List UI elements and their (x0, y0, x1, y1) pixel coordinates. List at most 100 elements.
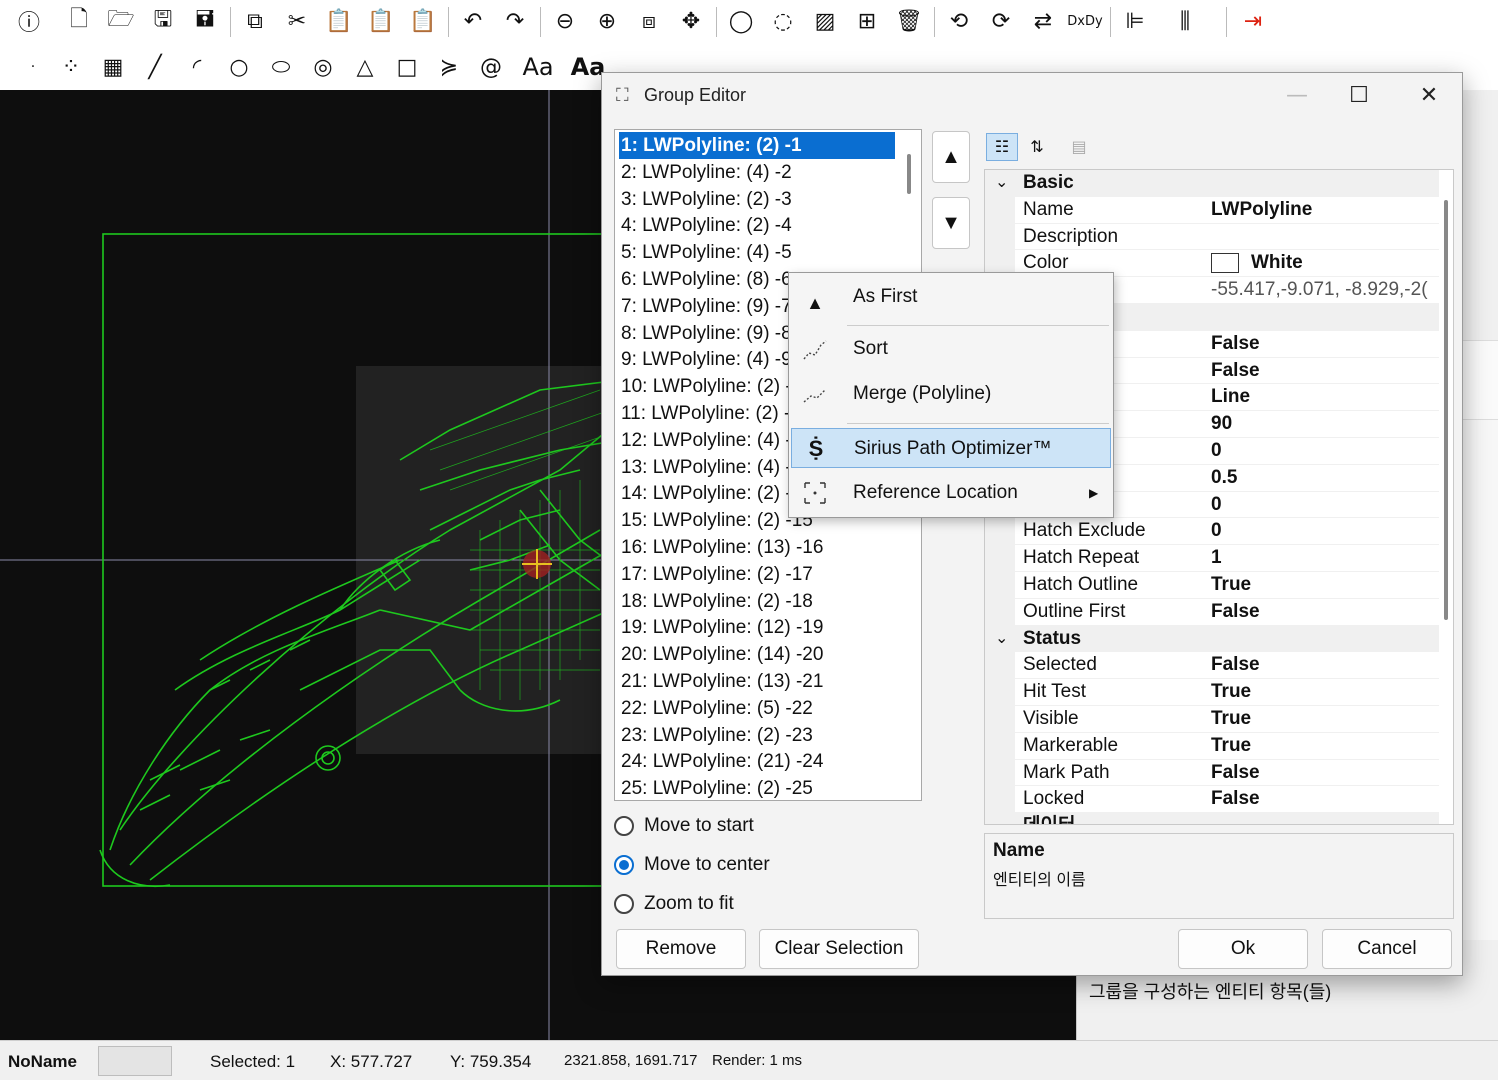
copy-icon[interactable]: ⧉ (240, 6, 270, 36)
close-button[interactable]: ✕ (1406, 79, 1452, 111)
move-down-button[interactable]: ▼ (932, 197, 970, 249)
list-scrollbar-thumb[interactable] (907, 154, 911, 194)
mirror-icon[interactable]: ⇄ (1028, 6, 1058, 36)
property-scrollbar-thumb[interactable] (1444, 200, 1448, 620)
property-value[interactable]: False (1211, 652, 1260, 679)
maximize-button[interactable]: ☐ (1336, 79, 1382, 111)
text-tool-1[interactable]: Aa (516, 52, 560, 82)
property-row[interactable]: Selected False (985, 652, 1441, 680)
pan-icon[interactable]: ✥ (676, 6, 706, 36)
radio-circle[interactable] (614, 855, 634, 875)
property-row[interactable]: Markerable True (985, 733, 1441, 760)
radio-zoom-to-fit[interactable]: Zoom to fit (614, 893, 734, 915)
cancel-button[interactable]: Cancel (1322, 929, 1452, 969)
property-row[interactable]: Hatch Repeat 1 (985, 545, 1441, 572)
save-as-icon[interactable]: 🖬 (190, 6, 220, 36)
zoom-in-icon[interactable]: ⊕ (592, 6, 622, 36)
list-item[interactable]: 18: LWPolyline: (2) -18 (619, 588, 895, 615)
ok-button[interactable]: Ok (1178, 929, 1308, 969)
list-item[interactable]: 23: LWPolyline: (2) -23 (619, 722, 895, 749)
rotate-ccw-icon[interactable]: ⟲ (944, 6, 974, 36)
polyline-icon[interactable]: ≽ (434, 52, 464, 82)
property-pages-icon[interactable]: ▤ (1064, 133, 1094, 161)
list-item[interactable]: 21: LWPolyline: (13) -21 (619, 668, 895, 695)
radio-move-to-center[interactable]: Move to center (614, 854, 770, 876)
list-item[interactable]: 4: LWPolyline: (2) -4 (619, 212, 895, 239)
line-icon[interactable]: ╱ (140, 52, 170, 82)
property-category[interactable]: ⌄ Basic (985, 170, 1441, 197)
list-item[interactable]: 3: LWPolyline: (2) -3 (619, 186, 895, 213)
property-row[interactable]: Outline First False (985, 599, 1441, 626)
clear-selection-button[interactable]: Clear Selection (759, 929, 919, 969)
property-row[interactable]: Locked False (985, 786, 1441, 814)
list-item[interactable]: 1: LWPolyline: (2) -1 (619, 132, 895, 159)
remove-button[interactable]: Remove (616, 929, 746, 969)
new-file-icon[interactable]: 🗋 (64, 6, 94, 36)
chevron-down-icon[interactable]: ⌄ (995, 626, 1008, 653)
paste-icon[interactable]: 📋 (324, 6, 354, 36)
align-left-icon[interactable]: ⊫ (1120, 6, 1150, 36)
list-item[interactable]: 19: LWPolyline: (12) -19 (619, 614, 895, 641)
property-value[interactable]: True (1211, 706, 1251, 733)
categorized-view-icon[interactable]: ☷ (986, 133, 1018, 161)
property-value[interactable]: False (1211, 599, 1260, 626)
property-category[interactable]: ⌄ Status (985, 625, 1441, 653)
property-value[interactable]: 0.5 (1211, 465, 1237, 492)
property-value[interactable]: False (1211, 786, 1260, 813)
minimize-button[interactable]: — (1274, 79, 1320, 111)
raster-icon[interactable]: ▦ (98, 52, 128, 82)
ellipse-icon[interactable]: ⬭ (266, 52, 296, 82)
alphabetical-sort-icon[interactable]: ⇅ (1022, 133, 1052, 161)
radio-circle[interactable] (614, 816, 634, 836)
property-row[interactable]: Description (985, 224, 1441, 251)
move-up-button[interactable]: ▲ (932, 131, 970, 183)
menu-item-merge-polyline[interactable]: Merge (Polyline) (791, 374, 1111, 414)
list-item[interactable]: 16: LWPolyline: (13) -16 (619, 534, 895, 561)
list-item[interactable]: 5: LWPolyline: (4) -5 (619, 239, 895, 266)
rectangle-icon[interactable]: □ (392, 52, 422, 82)
list-item[interactable]: 24: LWPolyline: (21) -24 (619, 748, 895, 775)
zoom-window-icon[interactable]: ⧈ (634, 6, 664, 36)
property-category[interactable]: ⌄ 데이터 (985, 813, 1441, 824)
zoom-out-icon[interactable]: ⊖ (550, 6, 580, 36)
point-cloud-icon[interactable]: ⁘ (56, 52, 86, 82)
redo-icon[interactable]: ↷ (500, 6, 530, 36)
exit-icon[interactable]: ⇥ (1238, 6, 1268, 36)
property-value[interactable]: Line (1211, 384, 1250, 411)
property-value[interactable]: True (1211, 733, 1251, 760)
delete-icon[interactable]: 🗑 (894, 6, 924, 36)
dialog-titlebar[interactable]: ⛶ Group Editor — ☐ ✕ (602, 73, 1462, 117)
info-icon[interactable]: ⓘ (14, 6, 44, 36)
triangle-icon[interactable]: △ (350, 52, 380, 82)
chevron-down-icon[interactable]: ⌄ (995, 813, 1008, 824)
menu-item-as-first[interactable]: ▲ As First (791, 277, 1111, 317)
lasso-icon[interactable]: ◌ (768, 6, 798, 36)
property-scrollbar[interactable] (1439, 170, 1453, 824)
grid-icon[interactable]: ⊞ (852, 6, 882, 36)
trepan-icon[interactable]: ◎ (308, 52, 338, 82)
list-item[interactable]: 20: LWPolyline: (14) -20 (619, 641, 895, 668)
property-value[interactable]: 0 (1211, 518, 1222, 545)
list-item[interactable]: 2: LWPolyline: (4) -2 (619, 159, 895, 186)
radio-circle[interactable] (614, 894, 634, 914)
property-value[interactable]: 0 (1211, 492, 1222, 519)
property-value[interactable]: True (1211, 572, 1251, 599)
undo-icon[interactable]: ↶ (458, 6, 488, 36)
property-value[interactable]: 1 (1211, 545, 1222, 572)
dxdy-icon[interactable]: DxDy (1067, 6, 1102, 36)
hatch-icon[interactable]: ▨ (810, 6, 840, 36)
circle-icon[interactable]: ○ (224, 52, 254, 82)
property-value[interactable]: 90 (1211, 411, 1232, 438)
property-value[interactable]: False (1211, 331, 1260, 358)
open-folder-icon[interactable]: 🗁 (106, 6, 136, 36)
property-value[interactable]: -55.417,-9.071, -8.929,-2( (1211, 277, 1428, 304)
list-item[interactable]: 22: LWPolyline: (5) -22 (619, 695, 895, 722)
property-row[interactable]: Hatch Outline True (985, 572, 1441, 599)
property-row[interactable]: Hit Test True (985, 679, 1441, 706)
property-value[interactable]: False (1211, 358, 1260, 385)
property-value[interactable]: LWPolyline (1211, 197, 1312, 224)
property-row[interactable]: Name LWPolyline (985, 197, 1441, 224)
property-value[interactable]: True (1211, 679, 1251, 706)
cut-icon[interactable]: ✂ (282, 6, 312, 36)
chevron-down-icon[interactable]: ⌄ (995, 170, 1008, 197)
